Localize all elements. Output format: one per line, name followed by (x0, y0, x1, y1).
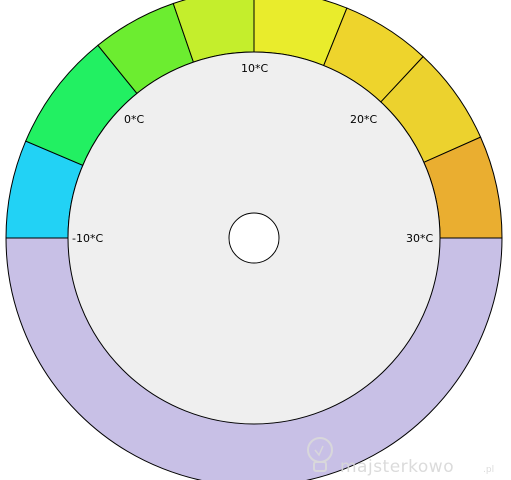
watermark-suffix: .pl (483, 465, 494, 475)
label-30: 30*C (406, 232, 433, 245)
temperature-dial: -10*C 0*C 10*C 20*C 30*C majsterkowo .pl (5, 0, 503, 480)
center-hub[interactable] (228, 212, 280, 264)
label-10: 10*C (241, 62, 268, 75)
thermostat-dial-canvas: -10*C 0*C 10*C 20*C 30*C majsterkowo .pl (0, 0, 511, 480)
watermark-brand: majsterkowo (340, 457, 454, 477)
label-minus-10: -10*C (72, 232, 103, 245)
label-20: 20*C (350, 113, 377, 126)
label-0: 0*C (124, 113, 144, 126)
